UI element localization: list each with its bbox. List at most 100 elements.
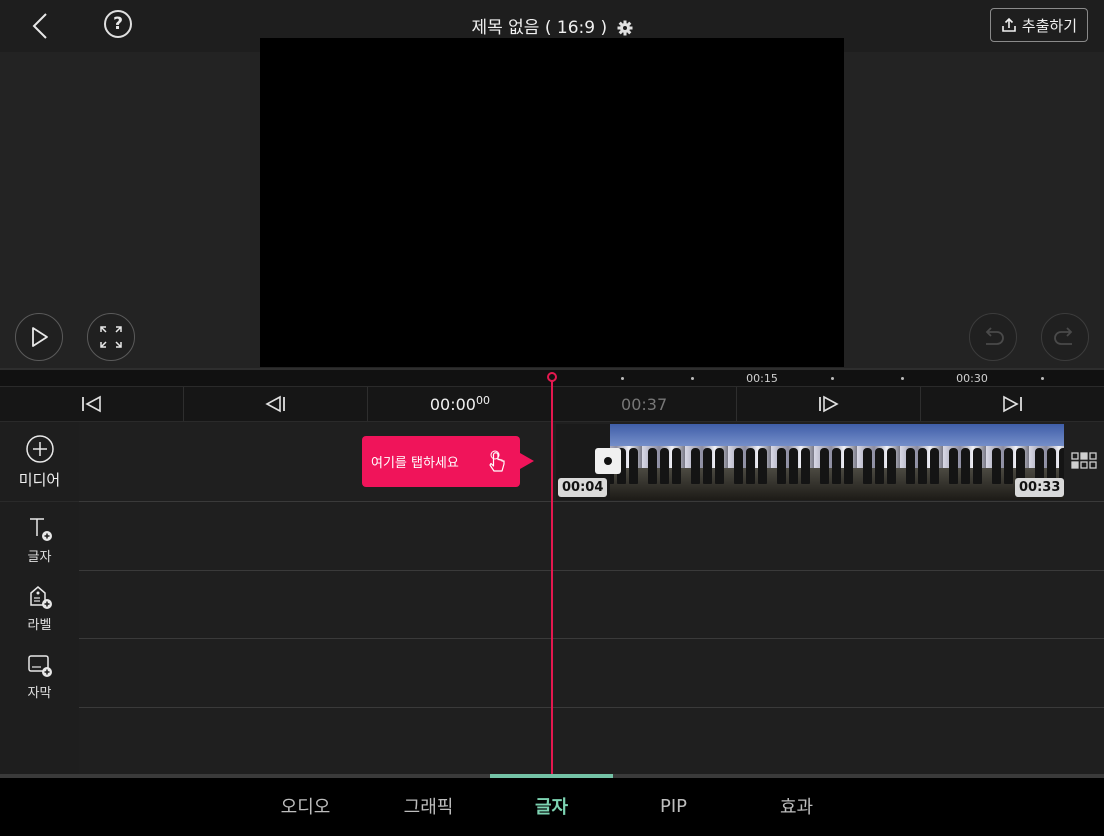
- tool-label-subtitle: 자막: [27, 685, 52, 701]
- total-time-cell: 00:37: [553, 387, 737, 421]
- clip-thumbnail-frame: [642, 424, 685, 500]
- media-label: 미디어: [18, 470, 61, 489]
- clip-end-time: 00:33: [1015, 478, 1065, 497]
- thumbnail-figure: [844, 448, 853, 484]
- thumbnail-figure: [672, 448, 681, 484]
- track-divider: [79, 501, 1104, 502]
- ruler-tick: [901, 377, 904, 380]
- track-divider: [79, 638, 1104, 639]
- previous-frame-button[interactable]: [184, 387, 369, 421]
- share-upload-icon: [1001, 17, 1016, 32]
- next-frame-icon: [819, 395, 839, 413]
- dot-icon: [604, 457, 612, 465]
- thumbnail-figure: [648, 448, 657, 484]
- tab-text[interactable]: 글자: [490, 778, 613, 834]
- label-add-icon: [29, 585, 52, 609]
- clip-keyframe-button[interactable]: [595, 448, 621, 474]
- playhead[interactable]: [551, 373, 553, 779]
- add-media-button[interactable]: 미디어: [0, 422, 79, 502]
- skip-to-end-button[interactable]: [921, 387, 1104, 421]
- help-icon: ?: [113, 14, 123, 34]
- thumbnail-figure: [777, 448, 786, 484]
- clip-grid-icon[interactable]: [1071, 452, 1097, 470]
- tool-label-text: 글자: [27, 549, 52, 565]
- thumbnail-figure: [875, 448, 884, 484]
- thumbnail-figure: [863, 448, 872, 484]
- redo-button[interactable]: [1041, 313, 1089, 361]
- skip-to-start-icon: [81, 395, 101, 413]
- skip-to-start-button[interactable]: [0, 387, 185, 421]
- tooltip-text: 여기를 탭하세요: [371, 456, 459, 471]
- current-time-frames: 00: [475, 394, 490, 407]
- video-editor-screen: ? 제목 없음 ( 16:9 ) 추출하기 00:15 00:30 00:000…: [0, 0, 1104, 836]
- ruler-tick: [691, 377, 694, 380]
- clip-thumbnail-frame: [857, 424, 900, 500]
- thumbnail-figure: [906, 448, 915, 484]
- play-button[interactable]: [15, 313, 63, 361]
- gear-icon[interactable]: [617, 20, 633, 36]
- tab-pip[interactable]: PIP: [612, 778, 735, 834]
- video-preview-canvas[interactable]: [260, 38, 844, 367]
- tab-audio[interactable]: 오디오: [244, 778, 367, 834]
- add-label-button[interactable]: 라벨: [0, 576, 79, 640]
- thumbnail-figure: [629, 448, 638, 484]
- skip-to-end-icon: [1003, 395, 1023, 413]
- export-button[interactable]: 추출하기: [989, 8, 1088, 42]
- undo-button[interactable]: [969, 313, 1017, 361]
- thumbnail-figure: [961, 448, 970, 484]
- tab-effects[interactable]: 효과: [735, 778, 858, 834]
- clip-start-time: 00:04: [558, 478, 608, 497]
- project-title-text: 제목 없음 ( 16:9 ): [471, 18, 608, 38]
- back-button[interactable]: [22, 8, 58, 44]
- previous-frame-icon: [265, 395, 285, 413]
- add-text-button[interactable]: 글자: [0, 508, 79, 572]
- fullscreen-button[interactable]: [87, 313, 135, 361]
- tool-label-label: 라벨: [27, 617, 52, 633]
- thumbnail-figure: [918, 448, 927, 484]
- clip-thumbnail-frame: [685, 424, 728, 500]
- add-subtitle-button[interactable]: 자막: [0, 644, 79, 708]
- thumbnail-figure: [820, 448, 829, 484]
- next-frame-button[interactable]: [737, 387, 921, 421]
- project-title[interactable]: 제목 없음 ( 16:9 ): [0, 13, 1104, 38]
- thumbnail-figure: [734, 448, 743, 484]
- thumbnail-figure: [801, 448, 810, 484]
- tap-hand-icon: [489, 450, 505, 472]
- thumbnail-figure: [691, 448, 700, 484]
- thumbnail-figure: [992, 448, 1001, 484]
- tab-graphic[interactable]: 그래픽: [367, 778, 490, 834]
- plus-circle-icon: [25, 434, 54, 463]
- thumbnail-figure: [1004, 448, 1013, 484]
- current-time-cell: 00:0000: [368, 387, 553, 421]
- thumbnail-figure: [973, 448, 982, 484]
- clip-thumbnail-frame: [728, 424, 771, 500]
- play-icon: [32, 327, 48, 347]
- thumbnail-figure: [930, 448, 939, 484]
- total-time: 00:37: [621, 394, 668, 414]
- thumbnail-figure: [660, 448, 669, 484]
- tooltip-arrow: [520, 453, 534, 469]
- help-button[interactable]: ?: [104, 10, 132, 38]
- video-clip[interactable]: [556, 424, 1064, 500]
- bottom-tab-bar: 오디오 그래픽 글자 PIP 효과: [0, 778, 1104, 836]
- undo-icon: [985, 327, 1004, 345]
- ruler-label-15: 00:15: [746, 372, 778, 385]
- ruler-label-30: 00:30: [956, 372, 988, 385]
- thumbnail-figure: [703, 448, 712, 484]
- subtitle-add-icon: [27, 654, 52, 677]
- ruler-tick: [1041, 377, 1044, 380]
- clip-thumbnail-frame: [943, 424, 986, 500]
- clip-thumbnail-frame: [771, 424, 814, 500]
- playhead-handle[interactable]: [547, 372, 557, 382]
- back-arrow-icon: [32, 13, 47, 39]
- ruler-tick: [831, 377, 834, 380]
- track-divider: [79, 570, 1104, 571]
- thumbnail-figure: [758, 448, 767, 484]
- current-time: 00:0000: [429, 394, 490, 414]
- layer-tool-panel: 미디어 글자 라벨 자막: [0, 422, 79, 774]
- text-add-icon: [29, 517, 52, 541]
- thumbnail-figure: [949, 448, 958, 484]
- thumbnail-figure: [715, 448, 724, 484]
- tap-here-tooltip[interactable]: 여기를 탭하세요: [362, 436, 520, 487]
- export-label: 추출하기: [1021, 16, 1077, 35]
